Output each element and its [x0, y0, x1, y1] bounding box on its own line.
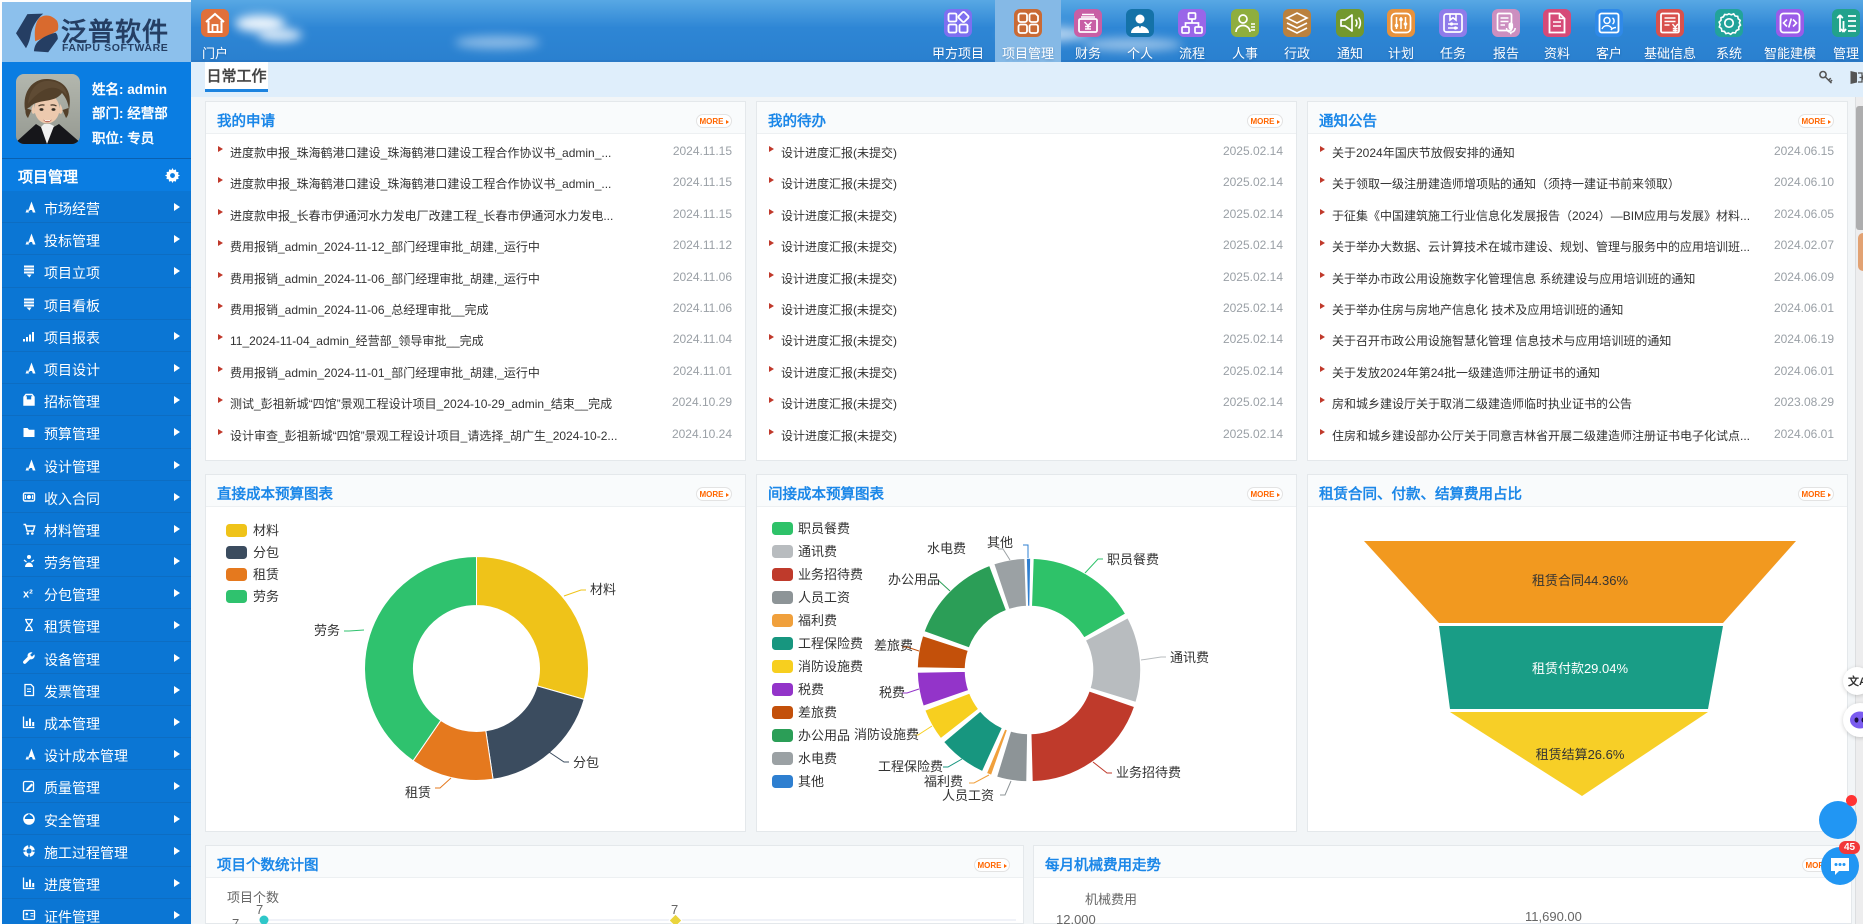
svg-text:福利费: 福利费 — [924, 774, 963, 789]
svg-text:租赁付款29.04%: 租赁付款29.04% — [1532, 661, 1629, 676]
svg-text:差旅费: 差旅费 — [798, 705, 837, 720]
svg-text:水电费: 水电费 — [798, 751, 837, 766]
svg-text:税费: 税费 — [879, 685, 905, 700]
svg-text:其他: 其他 — [987, 535, 1013, 550]
svg-text:业务招待费: 业务招待费 — [1116, 765, 1181, 780]
svg-text:劳务: 劳务 — [314, 623, 340, 638]
svg-text:消防设施费: 消防设施费 — [854, 727, 919, 742]
svg-text:分包: 分包 — [573, 755, 599, 770]
svg-text:工程保险费: 工程保险费 — [798, 636, 863, 651]
svg-text:职员餐费: 职员餐费 — [1107, 552, 1159, 567]
svg-text:租赁结算26.6%: 租赁结算26.6% — [1536, 747, 1625, 762]
svg-text:人员工资: 人员工资 — [942, 788, 994, 803]
svg-text:业务招待费: 业务招待费 — [798, 567, 863, 582]
svg-text:税费: 税费 — [798, 682, 824, 697]
svg-text:办公用品: 办公用品 — [798, 728, 850, 743]
svg-text:办公用品: 办公用品 — [888, 572, 940, 587]
svg-text:福利费: 福利费 — [798, 613, 837, 628]
svg-text:通讯费: 通讯费 — [1170, 650, 1209, 665]
svg-text:人员工资: 人员工资 — [798, 590, 850, 605]
svg-text:通讯费: 通讯费 — [798, 544, 837, 559]
svg-text:分包: 分包 — [253, 545, 279, 560]
svg-text:租赁: 租赁 — [253, 567, 279, 582]
svg-text:差旅费: 差旅费 — [874, 638, 913, 653]
svg-text:其他: 其他 — [798, 774, 824, 789]
svg-text:工程保险费: 工程保险费 — [878, 759, 943, 774]
svg-text:材料: 材料 — [590, 582, 616, 597]
svg-text:租赁: 租赁 — [405, 785, 431, 800]
svg-text:材料: 材料 — [253, 523, 279, 538]
svg-text:租赁合同44.36%: 租赁合同44.36% — [1532, 573, 1629, 588]
svg-text:水电费: 水电费 — [927, 541, 966, 556]
svg-text:消防设施费: 消防设施费 — [798, 659, 863, 674]
svg-text:x²: x² — [23, 589, 33, 601]
svg-text:劳务: 劳务 — [253, 589, 279, 604]
svg-text:职员餐费: 职员餐费 — [798, 521, 850, 536]
